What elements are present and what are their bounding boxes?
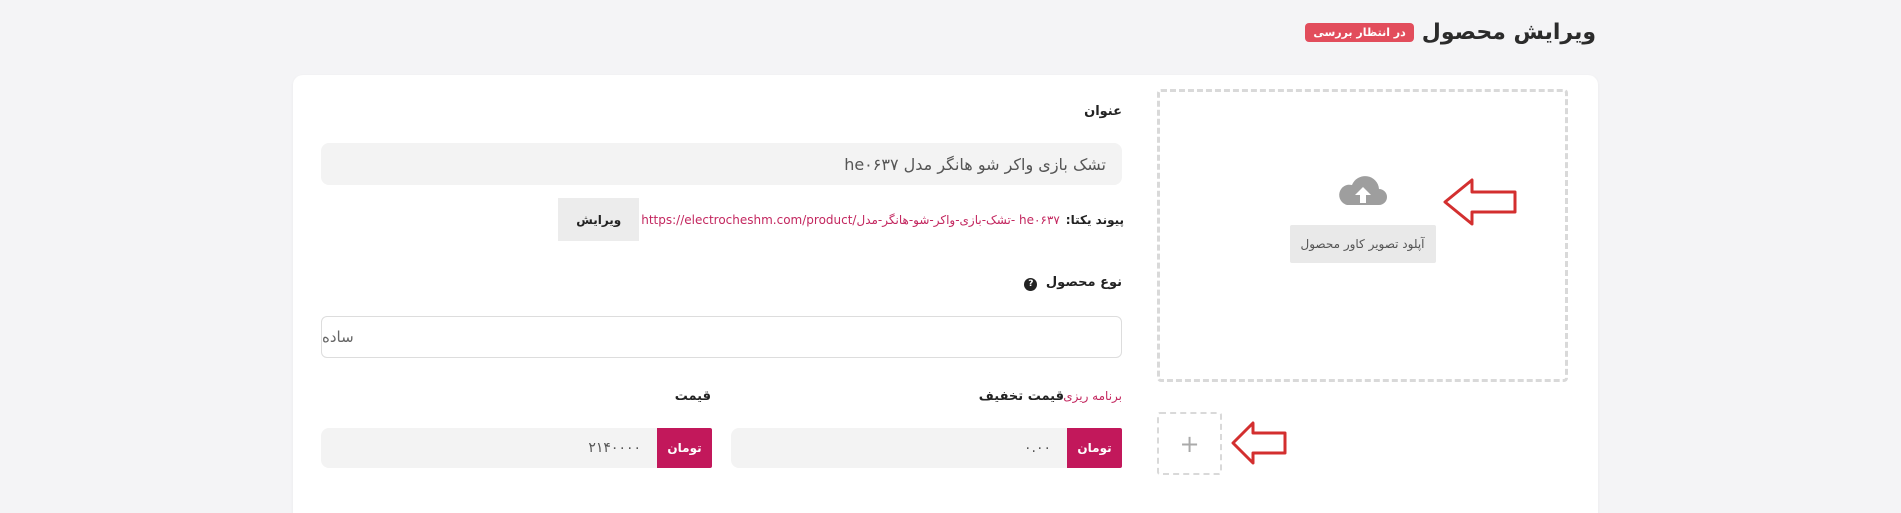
price-field: تومان <box>321 428 712 468</box>
currency-label: تومان <box>657 428 712 468</box>
product-type-value: ساده <box>322 328 354 346</box>
sale-price-input[interactable] <box>731 428 1067 468</box>
product-type-label-text: نوع محصول <box>1045 275 1122 290</box>
permalink-label: پیوند یکتا: <box>1065 212 1124 227</box>
product-type-label: نوع محصول ? <box>1024 275 1122 291</box>
title-label: عنوان <box>1084 104 1122 119</box>
add-gallery-image-button[interactable]: + <box>1157 412 1222 475</box>
status-badge: در انتظار بررسی <box>1305 23 1414 42</box>
sale-price-label: قیمت تخفیف <box>978 389 1064 404</box>
page-header: ویرایش محصول در انتظار بررسی <box>1305 20 1596 45</box>
cloud-upload-icon <box>1338 175 1387 205</box>
permalink-url[interactable]: https://electrocheshm.com/product/تشک-با… <box>641 213 1060 227</box>
arrow-left-icon <box>1443 178 1517 226</box>
product-type-select[interactable]: ساده <box>321 316 1122 358</box>
sale-price-field: تومان <box>731 428 1122 468</box>
arrow-left-icon <box>1231 421 1287 465</box>
currency-label: تومان <box>1067 428 1122 468</box>
cover-image-dropzone[interactable]: آپلود تصویر کاور محصول <box>1157 89 1568 382</box>
permalink-edit-button[interactable]: ویرایش <box>558 198 640 241</box>
price-label: قیمت <box>674 389 711 404</box>
schedule-link[interactable]: برنامه ریزی <box>1063 389 1122 403</box>
upload-cover-button[interactable]: آپلود تصویر کاور محصول <box>1289 224 1436 263</box>
page-title: ویرایش محصول <box>1421 20 1596 45</box>
permalink-row: پیوند یکتا: https://electrocheshm.com/pr… <box>556 198 1124 241</box>
price-input[interactable] <box>321 428 657 468</box>
title-input[interactable] <box>321 143 1122 185</box>
help-icon[interactable]: ? <box>1024 277 1038 291</box>
